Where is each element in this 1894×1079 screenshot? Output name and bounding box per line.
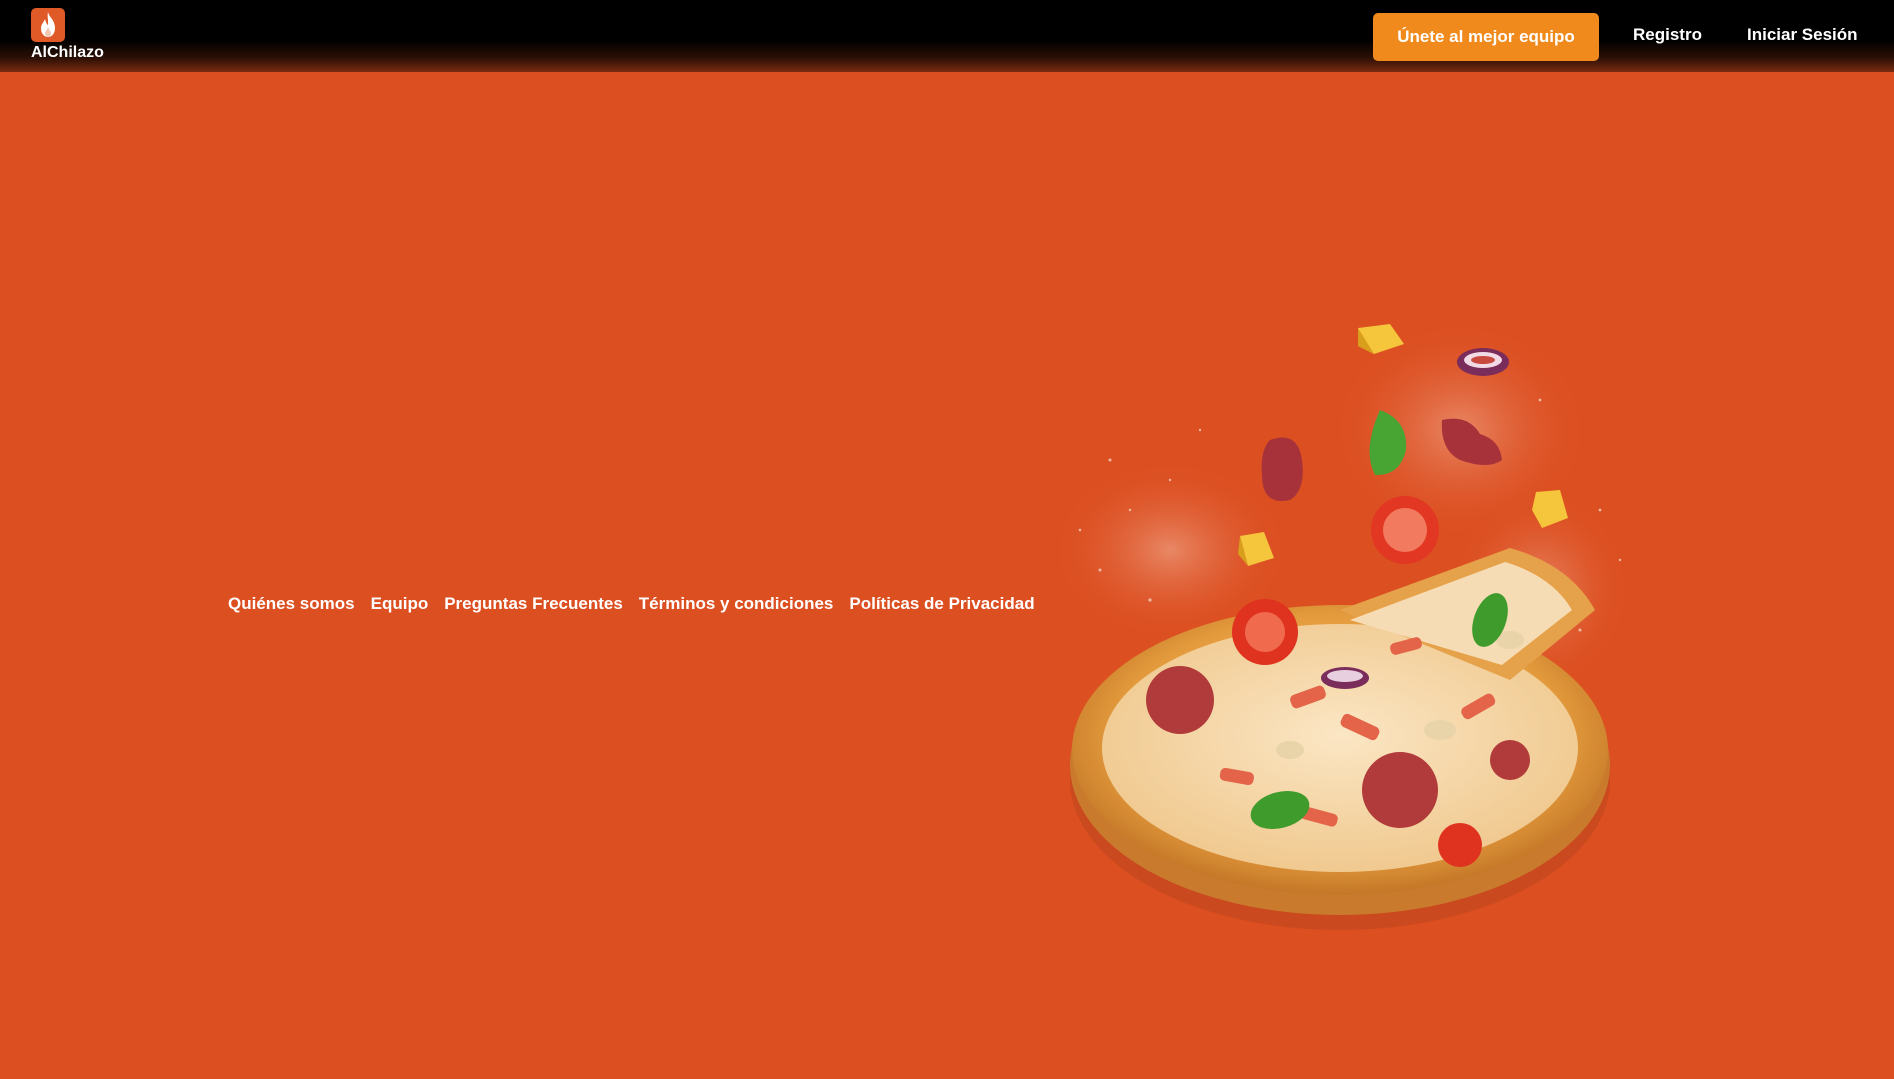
salami [1490,740,1530,780]
register-link[interactable]: Registro [1633,25,1702,45]
footer-link-team[interactable]: Equipo [371,594,429,614]
brand-name: AlChilazo [31,44,104,61]
tomato-flying [1371,496,1439,564]
brand-logo[interactable]: AlChilazo [31,8,121,64]
pizza-illustration [1050,320,1630,930]
join-team-button[interactable]: Únete al mejor equipo [1373,13,1599,61]
login-link[interactable]: Iniciar Sesión [1747,25,1858,45]
flame-icon [31,8,65,42]
footer-link-faq[interactable]: Preguntas Frecuentes [444,594,623,614]
salami [1146,666,1214,734]
salami [1362,752,1438,828]
footer-link-about[interactable]: Quiénes somos [228,594,355,614]
onion-ring-flying [1457,348,1509,376]
footer-link-terms[interactable]: Términos y condiciones [639,594,834,614]
footer-links: Quiénes somos Equipo Preguntas Frecuente… [228,594,1035,614]
top-navbar: AlChilazo Únete al mejor equipo Registro… [0,0,1894,72]
footer-link-privacy[interactable]: Políticas de Privacidad [849,594,1034,614]
landing-page: AlChilazo Únete al mejor equipo Registro… [0,0,1894,1079]
tomato-slice [1245,612,1285,652]
tomato-slice [1438,823,1482,867]
